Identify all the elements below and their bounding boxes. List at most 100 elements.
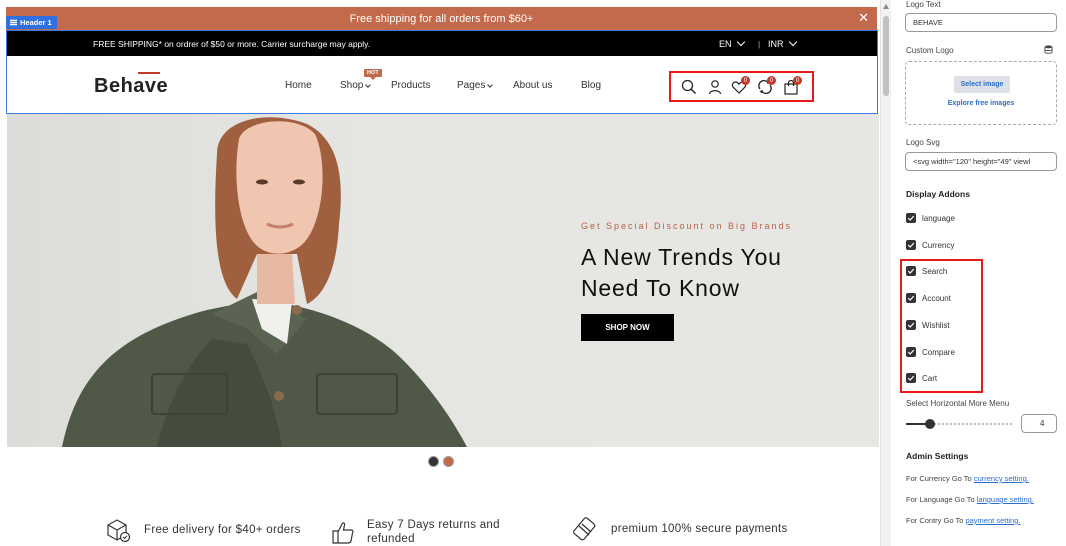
compare-icon[interactable]: 0 — [757, 76, 776, 95]
slider-pagination — [428, 456, 454, 467]
feature-text-line-1: Easy 7 Days returns and — [367, 519, 500, 531]
credit-card-icon — [573, 517, 596, 541]
explore-free-images-link[interactable]: Explore free images — [906, 100, 1056, 107]
select-image-button[interactable]: Select image — [954, 76, 1010, 93]
logo-accent-mark — [138, 72, 160, 74]
checkbox-checked-icon — [906, 347, 916, 357]
admin-line-currency: For Currency Go To currency setting. — [906, 474, 1029, 483]
checkbox-checked-icon — [906, 213, 916, 223]
checkbox-checked-icon — [906, 320, 916, 330]
display-addons-title: Display Addons — [906, 189, 970, 199]
section-tag-header[interactable]: Header 1 — [6, 16, 57, 29]
logo-text: Behave — [94, 75, 169, 97]
slider-dot-1[interactable] — [428, 456, 439, 467]
nav-item-about[interactable]: About us — [513, 80, 552, 91]
custom-logo-dropzone[interactable]: Select image Explore free images — [905, 61, 1057, 125]
admin-line-text: For Currency Go To — [906, 474, 974, 483]
addon-label: Currency — [922, 240, 955, 250]
more-menu-value-input[interactable]: 4 — [1021, 414, 1057, 433]
promo-close-button[interactable]: ✕ — [858, 10, 869, 26]
addon-checkbox-language[interactable]: language — [906, 213, 955, 223]
addon-checkbox-compare[interactable]: Compare — [906, 347, 955, 357]
currency-selector[interactable]: INR — [768, 37, 797, 49]
logo-svg-input[interactable]: <svg width="120" height="49" viewl — [905, 152, 1057, 171]
addon-checkbox-currency[interactable]: Currency — [906, 240, 954, 250]
slider-track — [930, 423, 1012, 425]
more-menu-slider[interactable] — [906, 419, 1012, 429]
logo-text-label: Logo Text — [906, 0, 941, 9]
cart-count-badge: 0 — [793, 76, 802, 85]
wishlist-icon[interactable]: 0 — [731, 76, 750, 95]
topbar-shipping-text: FREE SHIPPING* on ordrer of $50 or more.… — [93, 38, 371, 49]
hot-badge: HOT — [364, 69, 382, 80]
checkbox-checked-icon — [906, 373, 916, 383]
shop-now-button[interactable]: SHOP NOW — [581, 314, 674, 341]
feature-text-line-2: refunded — [367, 533, 415, 545]
hero-title-line-1: A New Trends You — [581, 244, 782, 270]
hero-subtitle: Get Special Discount on Big Brands — [581, 221, 793, 231]
chevron-down-icon — [788, 37, 797, 47]
slider-handle[interactable] — [925, 419, 935, 429]
checkbox-checked-icon — [906, 293, 916, 303]
nav-item-pages[interactable]: Pages — [457, 80, 494, 91]
currency-setting-link[interactable]: currency setting. — [974, 474, 1029, 483]
scrollbar-thumb[interactable] — [883, 16, 889, 96]
feature-text: Free delivery for $40+ orders — [144, 524, 301, 536]
store-logo[interactable]: Behave — [94, 72, 169, 98]
delivery-box-icon — [107, 519, 131, 543]
more-menu-label: Select Horizontal More Menu — [906, 399, 1010, 408]
payment-setting-link[interactable]: payment setting. — [965, 516, 1020, 525]
database-icon[interactable] — [1044, 45, 1053, 54]
nav-label: Pages — [457, 80, 486, 91]
nav-item-products[interactable]: Products — [391, 80, 430, 91]
nav-item-home[interactable]: Home — [285, 80, 312, 91]
addon-label: Cart — [922, 373, 938, 383]
preview-scrollbar[interactable] — [880, 0, 891, 546]
addon-checkbox-search[interactable]: Search — [906, 266, 947, 276]
announcement-topbar: FREE SHIPPING* on ordrer of $50 or more.… — [7, 31, 877, 56]
language-setting-link[interactable]: language setting. — [977, 495, 1034, 504]
compare-count-badge: 0 — [767, 76, 776, 85]
chevron-down-icon — [736, 37, 745, 47]
checkbox-checked-icon — [906, 240, 916, 250]
logo-svg-label: Logo Svg — [906, 138, 940, 147]
nav-item-blog[interactable]: Blog — [581, 80, 601, 91]
addon-label: Search — [922, 266, 948, 276]
addon-checkbox-account[interactable]: Account — [906, 293, 951, 303]
wishlist-count-badge: 0 — [741, 76, 750, 85]
nav-label: Blog — [581, 80, 602, 91]
chevron-down-icon — [487, 81, 494, 88]
checkbox-checked-icon — [906, 266, 916, 276]
logo-text-input[interactable]: BEHAVE — [905, 13, 1057, 32]
feature-text: Easy 7 Days returns and refunded — [367, 518, 500, 546]
promo-text: Free shipping for all orders from $60+ — [349, 12, 534, 25]
scroll-up-icon[interactable] — [883, 4, 889, 9]
addon-checkbox-wishlist[interactable]: Wishlist — [906, 320, 950, 330]
hero-title: A New Trends You Need To Know — [581, 242, 841, 304]
feature-free-delivery: Free delivery for $40+ orders — [104, 516, 301, 544]
admin-line-language: For Language Go To language setting. — [906, 495, 1034, 504]
nav-label: Home — [285, 80, 312, 91]
search-icon[interactable] — [681, 79, 697, 95]
chevron-down-icon — [365, 81, 372, 88]
addon-label: language — [922, 213, 955, 223]
hero-title-line-2: Need To Know — [581, 275, 740, 301]
slider-dot-2[interactable] — [443, 456, 454, 467]
addon-checkbox-cart[interactable]: Cart — [906, 373, 937, 383]
addon-label: Account — [922, 293, 951, 303]
store-preview: Free shipping for all orders from $60+ ✕… — [0, 0, 880, 546]
account-icon[interactable] — [707, 79, 723, 95]
promo-bar: Free shipping for all orders from $60+ ✕ — [6, 7, 877, 30]
feature-text: premium 100% secure payments — [611, 523, 788, 535]
admin-settings-title: Admin Settings — [906, 451, 969, 461]
language-value: EN — [719, 38, 732, 49]
language-selector[interactable]: EN — [719, 37, 745, 49]
cart-icon[interactable]: 0 — [783, 76, 802, 95]
section-grid-icon — [10, 19, 17, 26]
main-navbar: Behave Home Shop HOT Products Pages Abou… — [7, 56, 877, 113]
header-icons-highlight: 0 0 0 — [669, 71, 814, 102]
nav-label: About us — [513, 80, 553, 91]
nav-item-shop[interactable]: Shop — [340, 80, 372, 91]
theme-editor: Free shipping for all orders from $60+ ✕… — [0, 0, 1066, 546]
nav-label: Shop — [340, 80, 364, 91]
